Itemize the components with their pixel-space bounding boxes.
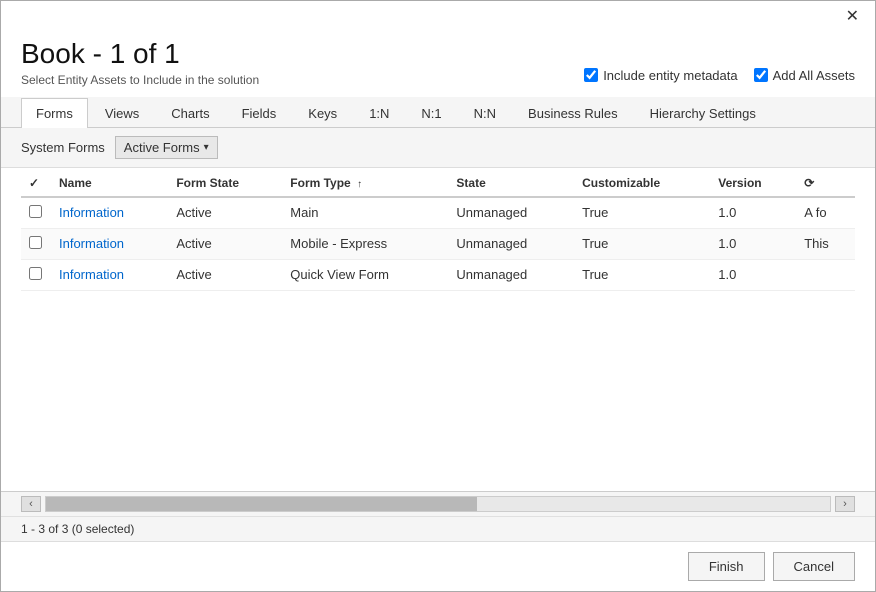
row-name[interactable]: Information [51,259,168,290]
add-all-assets-checkbox-item: Add All Assets [754,68,855,83]
row-version: 1.0 [710,259,796,290]
row-form-state: Active [168,228,282,259]
status-bar: 1 - 3 of 3 (0 selected) [1,516,875,541]
scrollbar-track[interactable] [45,496,831,512]
header-checkboxes: Include entity metadata Add All Assets [584,68,855,87]
chevron-down-icon: ▾ [204,142,209,153]
row-form-state: Active [168,197,282,229]
include-metadata-checkbox[interactable] [584,68,598,82]
col-check: ✓ [21,168,51,197]
subheader: System Forms Active Forms ▾ [1,128,875,168]
dialog-header: Book - 1 of 1 Select Entity Assets to In… [1,27,875,97]
cancel-button[interactable]: Cancel [773,552,855,581]
row-checkbox[interactable] [29,236,42,249]
row-state: Unmanaged [448,228,574,259]
row-checkbox-cell [21,259,51,290]
col-state: State [448,168,574,197]
tab-business-rules[interactable]: Business Rules [513,98,633,128]
row-form-type: Quick View Form [282,259,448,290]
row-state: Unmanaged [448,259,574,290]
tab-forms[interactable]: Forms [21,98,88,128]
row-customizable: True [574,197,710,229]
row-state: Unmanaged [448,197,574,229]
row-checkbox[interactable] [29,267,42,280]
forms-table: ✓ Name Form State Form Type ↑ State Cust… [21,168,855,291]
row-customizable: True [574,259,710,290]
sort-arrow-icon: ↑ [357,179,362,190]
row-form-type: Mobile - Express [282,228,448,259]
footer: Finish Cancel [1,541,875,591]
col-form-type[interactable]: Form Type ↑ [282,168,448,197]
row-checkbox[interactable] [29,205,42,218]
dropdown-label: Active Forms [124,140,200,155]
col-customizable: Customizable [574,168,710,197]
table-row: InformationActiveMobile - ExpressUnmanag… [21,228,855,259]
table-body: InformationActiveMainUnmanagedTrue1.0A f… [21,197,855,291]
title-block: Book - 1 of 1 Select Entity Assets to In… [21,37,259,87]
add-all-assets-checkbox[interactable] [754,68,768,82]
include-metadata-checkbox-item: Include entity metadata [584,68,737,83]
row-name[interactable]: Information [51,197,168,229]
row-checkbox-cell [21,197,51,229]
row-form-type: Main [282,197,448,229]
include-metadata-label: Include entity metadata [603,68,737,83]
table-row: InformationActiveMainUnmanagedTrue1.0A f… [21,197,855,229]
col-refresh[interactable]: ⟳ [796,168,855,197]
dialog-title: Book - 1 of 1 [21,37,259,71]
tab-charts[interactable]: Charts [156,98,224,128]
tabs-bar: Forms Views Charts Fields Keys 1:N N:1 N… [1,97,875,128]
table-header-row: ✓ Name Form State Form Type ↑ State Cust… [21,168,855,197]
scroll-left-arrow[interactable]: ‹ [21,496,41,512]
row-version: 1.0 [710,197,796,229]
table-row: InformationActiveQuick View FormUnmanage… [21,259,855,290]
system-forms-label: System Forms [21,140,105,155]
row-extra [796,259,855,290]
finish-button[interactable]: Finish [688,552,765,581]
close-button[interactable]: ✕ [840,7,865,27]
tab-n1[interactable]: N:1 [406,98,456,128]
row-form-state: Active [168,259,282,290]
status-text: 1 - 3 of 3 (0 selected) [21,522,134,536]
dialog: ✕ Book - 1 of 1 Select Entity Assets to … [0,0,876,592]
dialog-subtitle: Select Entity Assets to Include in the s… [21,73,259,87]
tab-keys[interactable]: Keys [293,98,352,128]
col-form-state: Form State [168,168,282,197]
tab-views[interactable]: Views [90,98,154,128]
row-extra: This [796,228,855,259]
tab-fields[interactable]: Fields [227,98,292,128]
tab-1n[interactable]: 1:N [354,98,404,128]
table-container: ✓ Name Form State Form Type ↑ State Cust… [1,168,875,491]
col-version: Version [710,168,796,197]
tab-hierarchy-settings[interactable]: Hierarchy Settings [635,98,771,128]
tab-nn[interactable]: N:N [459,98,511,128]
active-forms-dropdown[interactable]: Active Forms ▾ [115,136,218,159]
row-checkbox-cell [21,228,51,259]
horizontal-scrollbar: ‹ › [1,491,875,516]
row-customizable: True [574,228,710,259]
scrollbar-thumb [46,497,477,511]
row-extra: A fo [796,197,855,229]
row-name[interactable]: Information [51,228,168,259]
add-all-assets-label: Add All Assets [773,68,855,83]
scroll-right-arrow[interactable]: › [835,496,855,512]
col-name: Name [51,168,168,197]
dialog-titlebar: ✕ [1,1,875,27]
row-version: 1.0 [710,228,796,259]
